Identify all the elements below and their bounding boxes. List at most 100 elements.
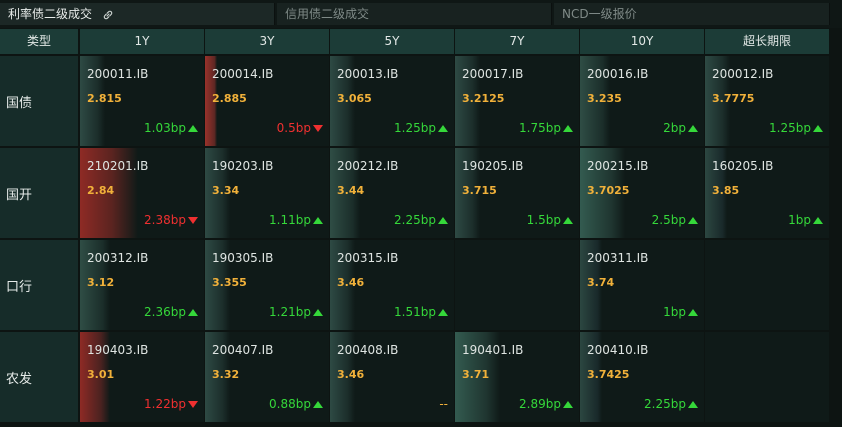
yield-change: 0.5bp bbox=[277, 121, 323, 135]
column-header[interactable]: 3Y bbox=[205, 29, 329, 54]
bond-cell[interactable]: 200408.IB 3.46 -- bbox=[330, 332, 454, 422]
change-value: 2.25bp bbox=[394, 213, 436, 227]
empty-cell bbox=[705, 332, 829, 422]
bond-cell[interactable]: 190205.IB 3.715 1.5bp bbox=[455, 148, 579, 238]
tab-label: NCD一级报价 bbox=[562, 7, 637, 21]
tab-label: 信用债二级成交 bbox=[285, 7, 370, 21]
tab-label: 利率债二级成交 bbox=[8, 7, 93, 21]
bond-code: 200311.IB bbox=[587, 251, 649, 265]
column-header[interactable]: 5Y bbox=[330, 29, 454, 54]
bond-cell[interactable]: 160205.IB 3.85 1bp bbox=[705, 148, 829, 238]
yield-change: 1.25bp bbox=[394, 121, 448, 135]
bond-cell[interactable]: 200407.IB 3.32 0.88bp bbox=[205, 332, 329, 422]
tab-bar: 利率债二级成交 信用债二级成交 NCD一级报价 bbox=[0, 0, 842, 28]
change-value: 2bp bbox=[663, 121, 686, 135]
bond-yield: 3.44 bbox=[337, 184, 365, 197]
bond-yield: 3.7775 bbox=[712, 92, 755, 105]
tab-credit-bond-trades[interactable]: 信用债二级成交 bbox=[277, 3, 552, 25]
bond-code: 200215.IB bbox=[587, 159, 649, 173]
triangle-up-icon bbox=[563, 401, 573, 408]
bond-code: 200410.IB bbox=[587, 343, 649, 357]
empty-cell bbox=[455, 240, 579, 330]
tab-ncd-quotes[interactable]: NCD一级报价 bbox=[554, 3, 830, 25]
yield-change: 1.5bp bbox=[527, 213, 573, 227]
bond-cell[interactable]: 200311.IB 3.74 1bp bbox=[580, 240, 704, 330]
bond-cell[interactable]: 190203.IB 3.34 1.11bp bbox=[205, 148, 329, 238]
column-header[interactable]: 7Y bbox=[455, 29, 579, 54]
triangle-up-icon bbox=[188, 125, 198, 132]
bond-cell[interactable]: 190403.IB 3.01 1.22bp bbox=[80, 332, 204, 422]
bond-yield: 2.885 bbox=[212, 92, 247, 105]
bond-code: 200017.IB bbox=[462, 67, 524, 81]
triangle-down-icon bbox=[188, 217, 198, 224]
bond-yield: 3.32 bbox=[212, 368, 240, 381]
bond-cell[interactable]: 200212.IB 3.44 2.25bp bbox=[330, 148, 454, 238]
yield-change: 0.88bp bbox=[269, 397, 323, 411]
yield-change: 2.38bp bbox=[144, 213, 198, 227]
change-value: 1.21bp bbox=[269, 305, 311, 319]
row-label: 国开 bbox=[0, 148, 78, 238]
change-value: 2.36bp bbox=[144, 305, 186, 319]
empty-cell bbox=[705, 240, 829, 330]
bond-yield: 3.235 bbox=[587, 92, 622, 105]
triangle-down-icon bbox=[313, 125, 323, 132]
bond-code: 200014.IB bbox=[212, 67, 274, 81]
triangle-up-icon bbox=[563, 125, 573, 132]
bond-cell[interactable]: 200215.IB 3.7025 2.5bp bbox=[580, 148, 704, 238]
bond-cell[interactable]: 200312.IB 3.12 2.36bp bbox=[80, 240, 204, 330]
triangle-up-icon bbox=[813, 217, 823, 224]
bond-cell[interactable]: 200012.IB 3.7775 1.25bp bbox=[705, 56, 829, 146]
column-header[interactable]: 10Y bbox=[580, 29, 704, 54]
header-type: 类型 bbox=[0, 29, 78, 54]
bond-cell[interactable]: 200410.IB 3.7425 2.25bp bbox=[580, 332, 704, 422]
row-label: 国债 bbox=[0, 56, 78, 146]
yield-change: 1.22bp bbox=[144, 397, 198, 411]
bond-cell[interactable]: 190305.IB 3.355 1.21bp bbox=[205, 240, 329, 330]
change-value: 1bp bbox=[663, 305, 686, 319]
change-value: 0.88bp bbox=[269, 397, 311, 411]
bond-cell[interactable]: 190401.IB 3.71 2.89bp bbox=[455, 332, 579, 422]
triangle-down-icon bbox=[188, 401, 198, 408]
bond-cell[interactable]: 200017.IB 3.2125 1.75bp bbox=[455, 56, 579, 146]
link-icon[interactable] bbox=[102, 9, 114, 21]
bond-yield: 3.46 bbox=[337, 276, 365, 289]
column-header[interactable]: 1Y bbox=[80, 29, 204, 54]
bond-yield: 3.7425 bbox=[587, 368, 630, 381]
bond-cell[interactable]: 200016.IB 3.235 2bp bbox=[580, 56, 704, 146]
bond-yield: 2.815 bbox=[87, 92, 122, 105]
bond-yield: 3.2125 bbox=[462, 92, 505, 105]
bond-yield: 3.34 bbox=[212, 184, 240, 197]
column-header[interactable]: 超长期限 bbox=[705, 29, 829, 54]
yield-change: 1.75bp bbox=[519, 121, 573, 135]
tab-rate-bond-trades[interactable]: 利率债二级成交 bbox=[0, 3, 275, 25]
bond-cell[interactable]: 200315.IB 3.46 1.51bp bbox=[330, 240, 454, 330]
bond-yield: 3.85 bbox=[712, 184, 740, 197]
yield-change: 1.11bp bbox=[269, 213, 323, 227]
yield-change: 1bp bbox=[788, 213, 823, 227]
triangle-up-icon bbox=[438, 309, 448, 316]
bond-code: 200016.IB bbox=[587, 67, 649, 81]
change-value: 0.5bp bbox=[276, 121, 311, 135]
bond-code: 190403.IB bbox=[87, 343, 149, 357]
change-value: 1.75bp bbox=[519, 121, 561, 135]
bond-yield: 3.46 bbox=[337, 368, 365, 381]
bond-yield: 3.12 bbox=[87, 276, 115, 289]
triangle-up-icon bbox=[688, 217, 698, 224]
bond-yield: 2.84 bbox=[87, 184, 115, 197]
bond-cell[interactable]: 200011.IB 2.815 1.03bp bbox=[80, 56, 204, 146]
bond-code: 200011.IB bbox=[87, 67, 149, 81]
bond-cell[interactable]: 210201.IB 2.84 2.38bp bbox=[80, 148, 204, 238]
yield-change: 2bp bbox=[663, 121, 698, 135]
bond-code: 190401.IB bbox=[462, 343, 524, 357]
bond-code: 200315.IB bbox=[337, 251, 399, 265]
bond-code: 210201.IB bbox=[87, 159, 149, 173]
bond-cell[interactable]: 200014.IB 2.885 0.5bp bbox=[205, 56, 329, 146]
change-value: 2.25bp bbox=[644, 397, 686, 411]
bond-yield: 3.065 bbox=[337, 92, 372, 105]
yield-change: 1.25bp bbox=[769, 121, 823, 135]
bond-code: 190203.IB bbox=[212, 159, 274, 173]
yield-change: 2.5bp bbox=[652, 213, 698, 227]
bond-yield: 3.7025 bbox=[587, 184, 630, 197]
bond-code: 190205.IB bbox=[462, 159, 524, 173]
bond-cell[interactable]: 200013.IB 3.065 1.25bp bbox=[330, 56, 454, 146]
